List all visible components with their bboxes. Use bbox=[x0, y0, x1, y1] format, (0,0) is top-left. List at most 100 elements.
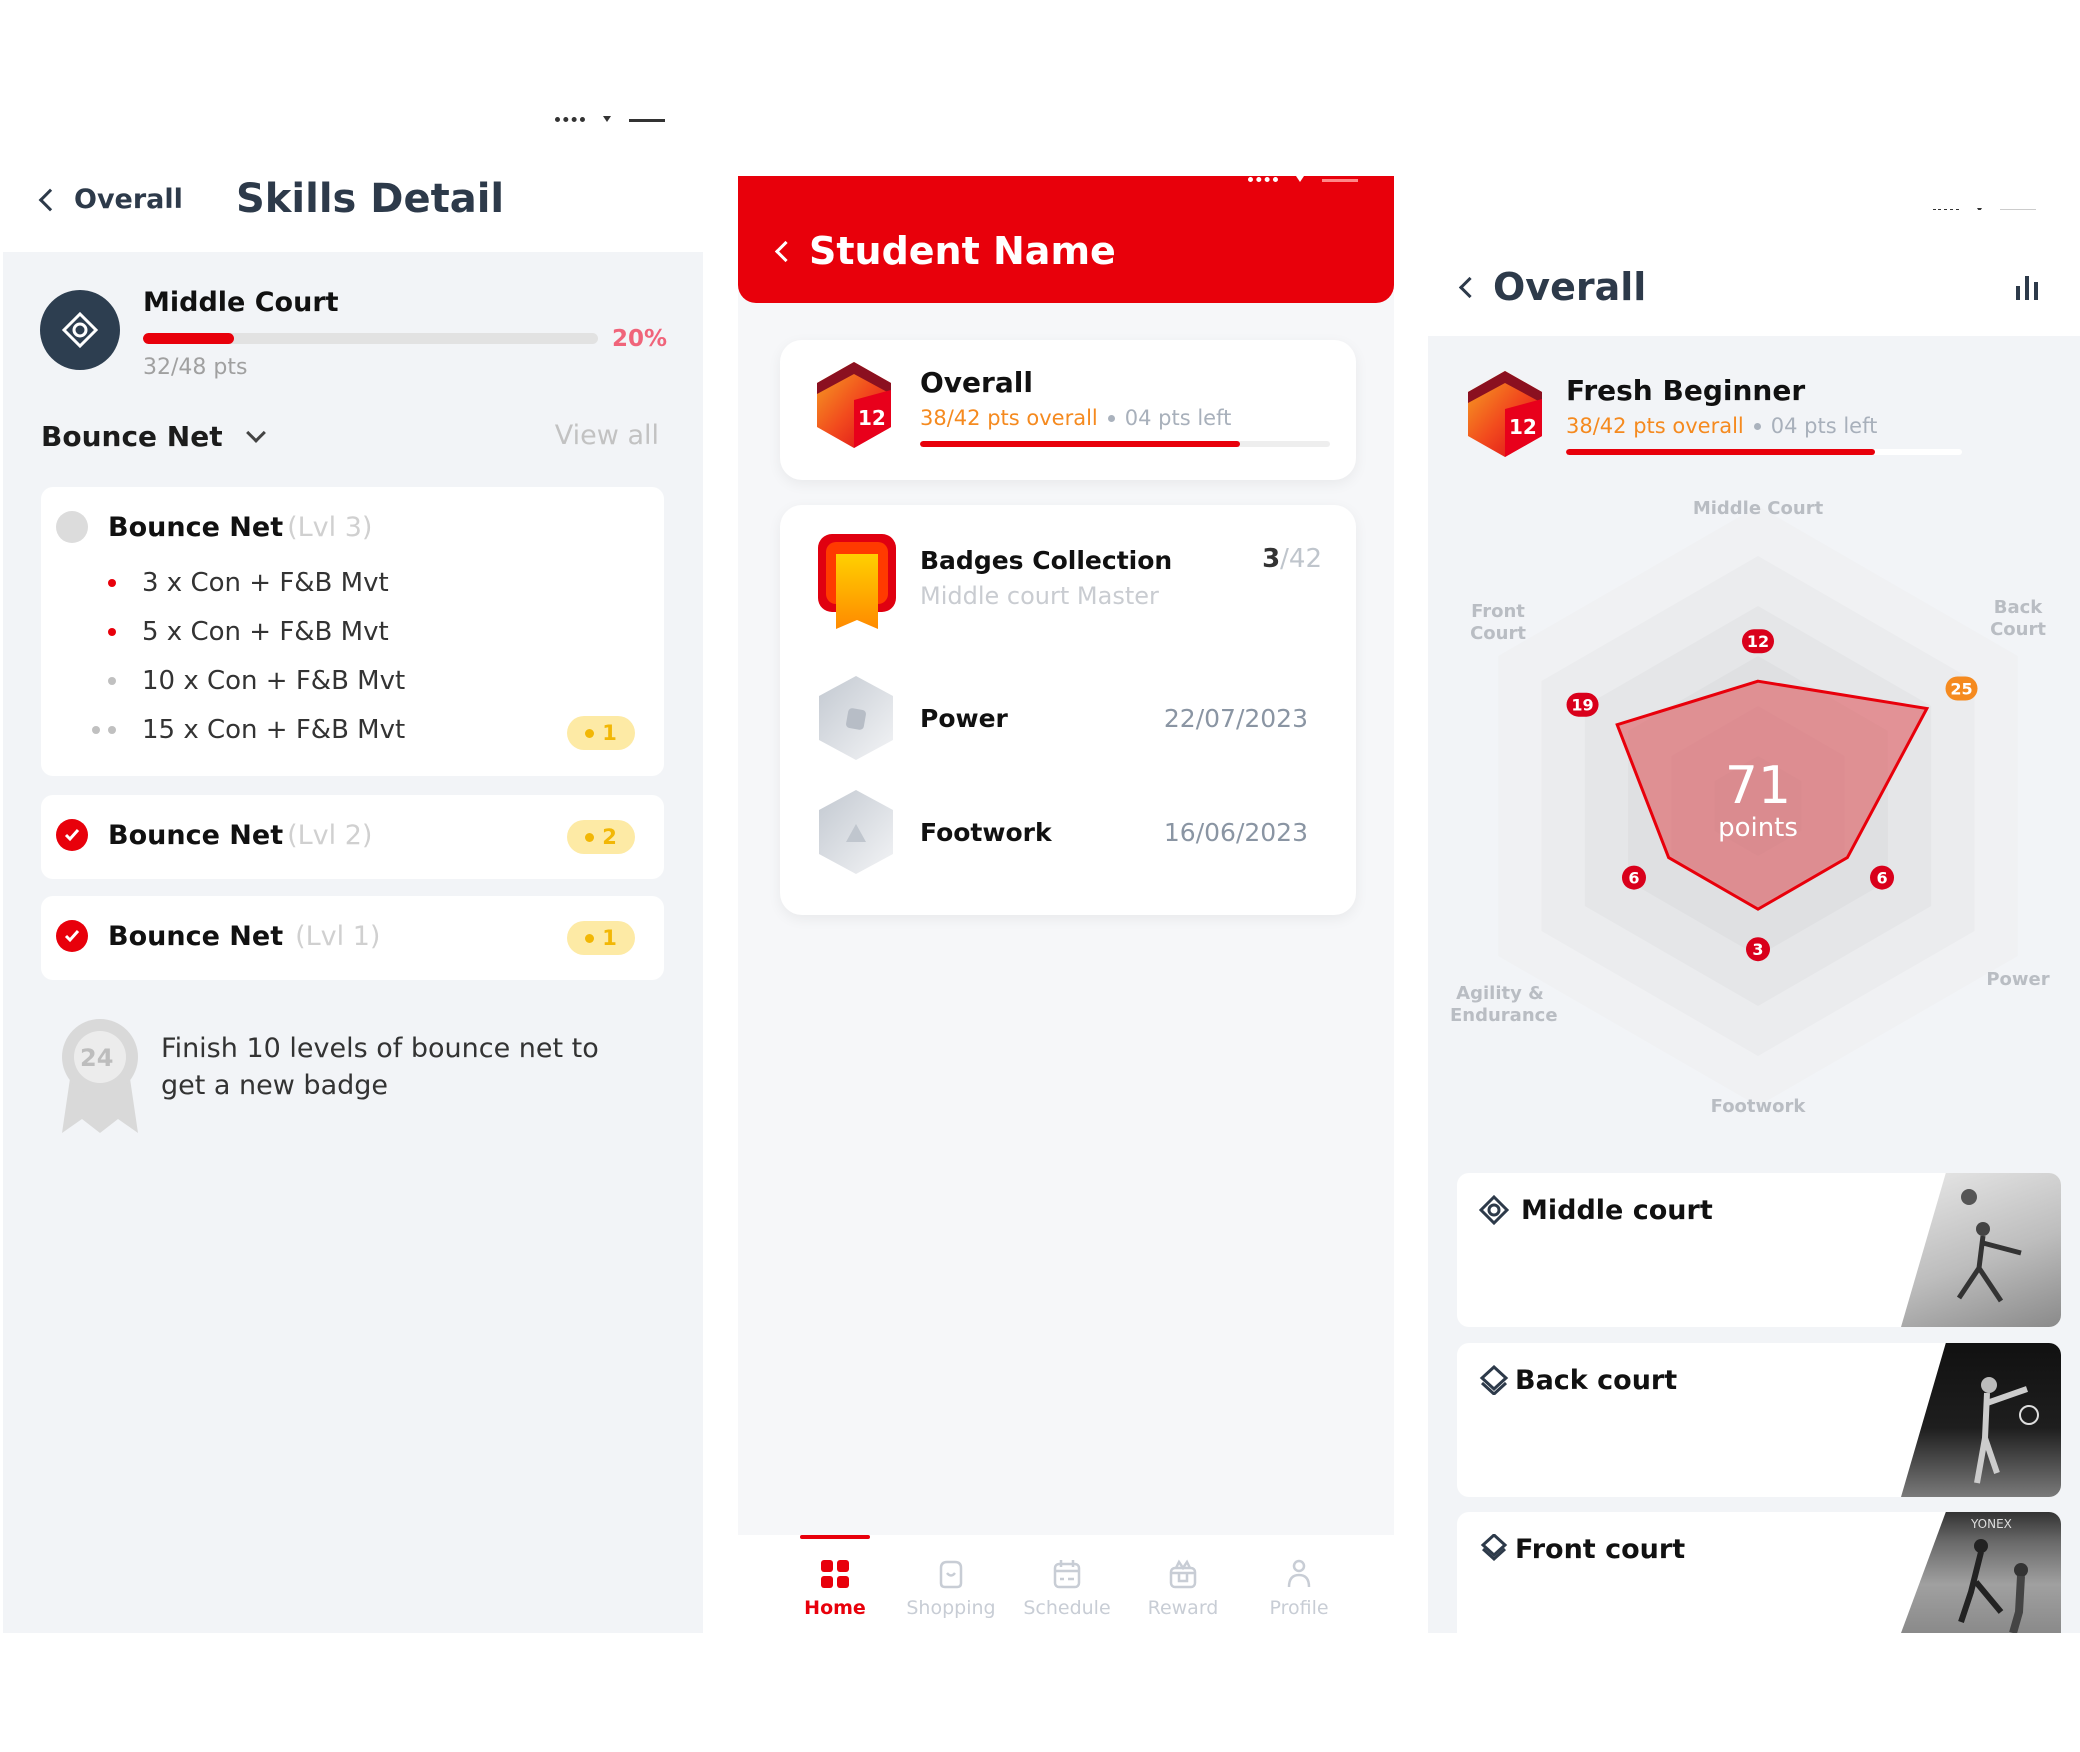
badge-name: Footwork bbox=[920, 818, 1052, 847]
pending-dot-icon bbox=[108, 726, 116, 734]
chevron-left-icon bbox=[38, 188, 62, 211]
nav-reward[interactable]: Reward bbox=[1138, 1535, 1228, 1633]
value-text: 3 bbox=[1752, 940, 1763, 959]
footwork-badge-icon bbox=[816, 788, 896, 876]
coin-badge: 1 bbox=[567, 716, 635, 750]
ribbon-badge-icon bbox=[816, 532, 898, 637]
status-bar bbox=[788, 176, 1358, 184]
level-number: (Lvl 2) bbox=[287, 819, 373, 851]
court-card-back[interactable]: Back court bbox=[1457, 1343, 2061, 1497]
level-name: Bounce Net bbox=[108, 819, 284, 851]
nav-profile[interactable]: Profile bbox=[1254, 1535, 1344, 1633]
pending-dot-icon bbox=[92, 726, 100, 734]
axis-label: Footwork bbox=[1710, 1096, 1806, 1117]
court-photo bbox=[1901, 1343, 2061, 1497]
bottom-nav: Home Shopping Schedule Reward Profile bbox=[738, 1535, 1394, 1633]
radar-total: 71 points bbox=[1668, 758, 1848, 842]
badge-date: 16/06/2023 bbox=[1163, 818, 1308, 847]
nav-label: Reward bbox=[1147, 1597, 1219, 1619]
back-button[interactable]: Student Name bbox=[774, 229, 1116, 273]
radar-value-label: 6 bbox=[1621, 865, 1646, 890]
view-all-link[interactable]: View all bbox=[555, 420, 659, 451]
value-text: 6 bbox=[1876, 869, 1887, 888]
coin-badge: 2 bbox=[567, 820, 635, 854]
chart-toggle-button[interactable] bbox=[2013, 272, 2043, 302]
back-button[interactable]: Overall bbox=[38, 184, 183, 215]
badge-date: 22/07/2023 bbox=[1163, 704, 1308, 733]
badge-number: 24 bbox=[80, 1044, 114, 1072]
badge-level: 12 bbox=[1509, 415, 1537, 439]
coin-count: 2 bbox=[602, 825, 617, 849]
back-court-icon bbox=[1479, 1365, 1509, 1395]
bar-chart-icon bbox=[2016, 276, 2038, 300]
overall-radar-screen: Overall 12 Fresh Beginner 38/42 pts over… bbox=[1428, 0, 2080, 1633]
nav-schedule[interactable]: Schedule bbox=[1022, 1535, 1112, 1633]
court-title: Back court bbox=[1515, 1365, 1678, 1396]
coin-icon bbox=[585, 832, 595, 842]
coin-icon bbox=[585, 728, 595, 738]
level-header: Bounce Net (Lvl 1) bbox=[56, 920, 380, 952]
drill-item: 15 x Con + F&B Mvt bbox=[92, 715, 405, 745]
nav-home[interactable]: Home bbox=[790, 1535, 880, 1633]
level-badge-icon: 12 bbox=[814, 360, 894, 450]
court-card-middle[interactable]: Middle court bbox=[1457, 1173, 2061, 1327]
points-left: 04 pts left bbox=[1124, 406, 1232, 430]
nav-label: Home bbox=[804, 1597, 866, 1619]
total-points: 71 bbox=[1724, 756, 1792, 816]
nav-label: Profile bbox=[1269, 1597, 1329, 1619]
points-text: 38/42 pts overall bbox=[920, 406, 1098, 430]
level-progress-fill bbox=[1566, 449, 1875, 455]
overall-points: 38/42 pts overall 04 pts left bbox=[920, 406, 1231, 430]
badges-earned: 3 bbox=[1262, 544, 1281, 574]
power-badge-icon bbox=[816, 674, 896, 762]
badges-title: Badges Collection bbox=[920, 546, 1173, 575]
value-text: 6 bbox=[1628, 869, 1639, 888]
svg-text:YONEX: YONEX bbox=[1970, 1517, 2012, 1531]
axis-label: Middle Court bbox=[1692, 498, 1824, 519]
radar-value-label: 3 bbox=[1746, 937, 1770, 962]
check-circle-icon bbox=[56, 920, 88, 952]
skill-percent: 20% bbox=[612, 326, 668, 352]
back-label: Overall bbox=[74, 184, 183, 215]
student-name: Student Name bbox=[809, 229, 1116, 273]
radar-value-label: 19 bbox=[1566, 692, 1599, 717]
chevron-down-icon bbox=[245, 422, 266, 443]
middle-court-icon bbox=[40, 290, 120, 370]
nav-label: Shopping bbox=[906, 1597, 996, 1619]
level-progress-bar bbox=[1566, 449, 1962, 455]
court-title: Front court bbox=[1515, 1534, 1686, 1565]
drill-selector[interactable]: Bounce Net bbox=[41, 420, 266, 453]
axis-label: Back Court bbox=[1990, 597, 2046, 640]
coin-count: 1 bbox=[602, 721, 617, 745]
skills-detail-screen: Overall Skills Detail Middle Court 20% 3… bbox=[0, 0, 705, 1633]
incomplete-status-icon bbox=[56, 511, 88, 543]
nav-shopping[interactable]: Shopping bbox=[906, 1535, 996, 1633]
drill-item-text: 3 x Con + F&B Mvt bbox=[142, 568, 389, 598]
chevron-left-icon bbox=[774, 240, 797, 262]
nav-label: Schedule bbox=[1023, 1597, 1111, 1619]
court-card-front[interactable]: Front court YONEX bbox=[1457, 1512, 2061, 1633]
level-header: Bounce Net (Lvl 3) bbox=[56, 511, 372, 543]
back-button[interactable]: Overall bbox=[1458, 265, 1646, 309]
badge-level: 12 bbox=[858, 406, 886, 430]
level-number: (Lvl 1) bbox=[295, 920, 381, 952]
level-name: Bounce Net bbox=[108, 920, 284, 952]
middle-court-icon bbox=[1479, 1195, 1509, 1225]
overall-progress-fill bbox=[920, 441, 1240, 447]
locked-badge-icon: 24 bbox=[58, 1015, 144, 1135]
separator-dot bbox=[1753, 422, 1761, 430]
axis-label: Agility & Endurance bbox=[1450, 983, 1558, 1026]
coin-icon bbox=[585, 933, 595, 943]
coin-count: 1 bbox=[602, 926, 617, 950]
badges-total: /42 bbox=[1280, 544, 1322, 574]
overall-progress-bar bbox=[920, 441, 1330, 447]
radar-value-label: 6 bbox=[1870, 865, 1895, 890]
pending-dot-icon bbox=[108, 677, 116, 685]
check-circle-icon bbox=[56, 819, 88, 851]
points-text: 38/42 pts overall bbox=[1566, 414, 1744, 438]
points-left: 04 pts left bbox=[1770, 414, 1878, 438]
badge-name: Power bbox=[920, 704, 1008, 733]
wifi-icon bbox=[603, 116, 611, 122]
done-dot-icon bbox=[108, 579, 116, 587]
drill-item-text: 5 x Con + F&B Mvt bbox=[142, 617, 389, 647]
